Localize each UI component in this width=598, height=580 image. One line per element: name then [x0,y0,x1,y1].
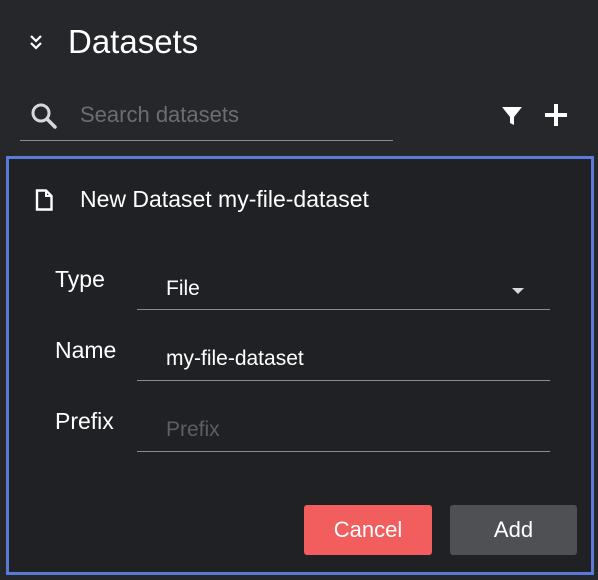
form-header: New Dataset my-file-dataset [9,159,591,239]
search-bar [20,90,393,141]
add-button[interactable]: Add [450,505,577,555]
name-label: Name [55,337,117,363]
cancel-button[interactable]: Cancel [304,505,432,555]
page-title: Datasets [68,23,199,60]
double-chevron-down-icon[interactable] [28,32,44,52]
name-field[interactable] [166,345,526,373]
search-input[interactable] [80,100,380,130]
document-icon [35,189,53,211]
type-select[interactable]: File [137,264,550,310]
form-title: New Dataset my-file-dataset [80,186,369,212]
filter-icon[interactable] [500,104,524,128]
datasets-panel: Datasets New Dataset my-file-dataset Typ… [0,0,598,580]
search-icon [31,103,57,129]
type-select-value: File [166,277,200,300]
prefix-label: Prefix [55,408,114,434]
caret-down-icon[interactable] [512,288,524,294]
prefix-field[interactable] [166,416,526,444]
prefix-field-wrap [137,406,550,452]
new-dataset-form: New Dataset my-file-dataset Type File Na… [6,156,594,575]
plus-icon[interactable] [543,102,569,128]
name-field-wrap [137,335,550,381]
type-label: Type [55,266,105,292]
panel-header: Datasets [0,0,598,80]
